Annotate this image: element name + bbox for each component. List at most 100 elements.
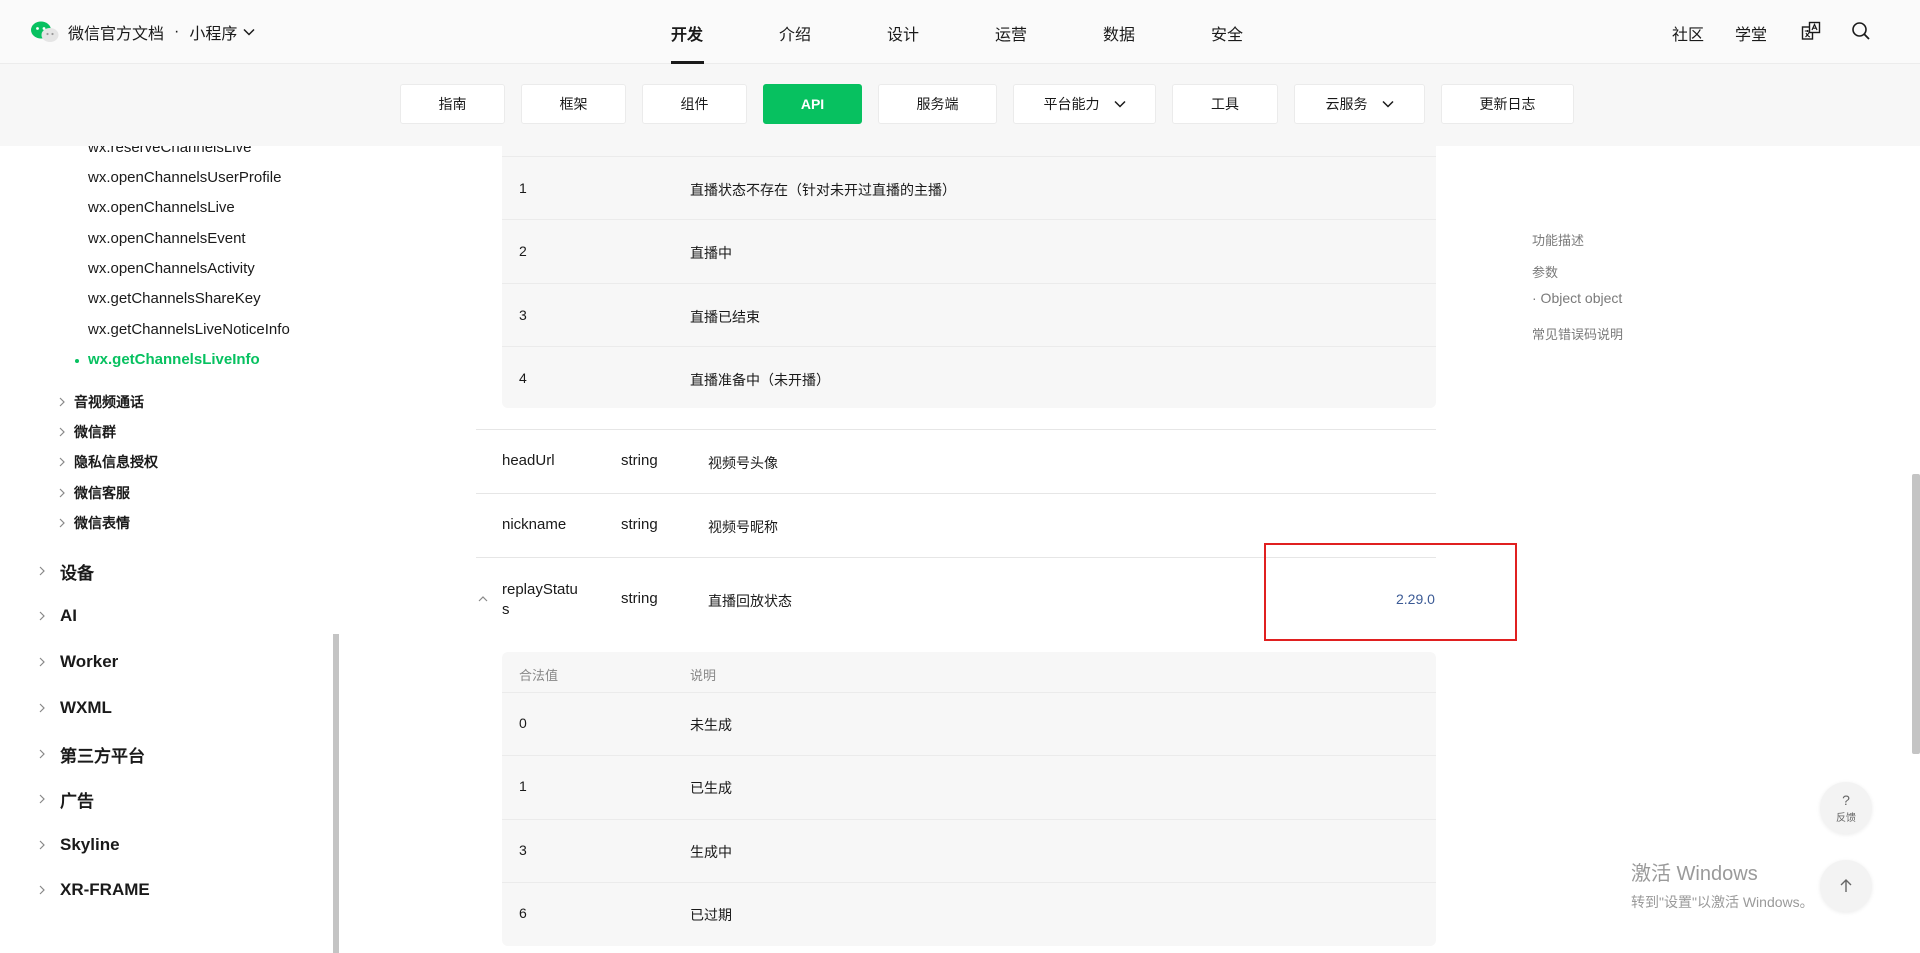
category-nav: 指南 框架 组件 API 服务端 平台能力 工具 云服务 更新日志 bbox=[0, 64, 1920, 146]
sidebar-item-get-channels-live-notice-info[interactable]: wx.getChannelsLiveNoticeInfo bbox=[88, 321, 290, 338]
desc-cell: 已生成 bbox=[690, 780, 732, 796]
sidebar-group-av-call[interactable]: 音视频通话 bbox=[58, 393, 144, 411]
chevron-right-icon bbox=[59, 488, 65, 498]
toc-item-params[interactable]: 参数 bbox=[1532, 262, 1558, 281]
chevron-right-icon bbox=[59, 427, 65, 437]
category-component[interactable]: 组件 bbox=[642, 84, 747, 124]
sidebar-group-label: 隐私信息授权 bbox=[74, 454, 158, 470]
chevron-right-icon bbox=[39, 840, 45, 850]
category-api[interactable]: API bbox=[763, 84, 862, 124]
category-label: 平台能力 bbox=[1043, 96, 1100, 112]
sidebar-section-third-party[interactable]: 第三方平台 bbox=[38, 743, 145, 766]
desc-cell: 直播已结束 bbox=[690, 309, 760, 325]
top-header: 微信官方文档 · 小程序 开发 介绍 设计 运营 数据 安全 社区 学堂 bbox=[0, 0, 1920, 64]
value-cell: 0 bbox=[519, 715, 527, 731]
chevron-right-icon bbox=[39, 611, 45, 621]
sidebar-item-reserve-channels-live[interactable]: wx.reserveChannelsLive bbox=[88, 146, 251, 156]
desc-cell: 直播中 bbox=[690, 245, 732, 261]
translate-icon[interactable] bbox=[1801, 21, 1821, 44]
sidebar-group-privacy[interactable]: 隐私信息授权 bbox=[58, 453, 158, 471]
question-icon: ? bbox=[1842, 791, 1850, 808]
desc-cell: 直播准备中（未开播） bbox=[690, 372, 830, 388]
category-server[interactable]: 服务端 bbox=[878, 84, 997, 124]
replay-status-values-table: 合法值 说明 0 未生成 1 已生成 3 生成中 6 已过期 bbox=[502, 652, 1436, 946]
value-cell: 2 bbox=[519, 243, 527, 259]
chevron-right-icon bbox=[39, 657, 45, 667]
sidebar-group-wechat-group[interactable]: 微信群 bbox=[58, 423, 116, 441]
live-status-values-table: 1 直播状态不存在（针对未开过直播的主播） 2 直播中 3 直播已结束 4 直播… bbox=[502, 146, 1436, 408]
search-icon[interactable] bbox=[1851, 21, 1871, 44]
chevron-right-icon bbox=[39, 566, 45, 576]
toc-item-description[interactable]: 功能描述 bbox=[1532, 230, 1584, 249]
sidebar-section-label: Worker bbox=[60, 652, 119, 671]
sidebar-scrollbar[interactable] bbox=[333, 634, 339, 953]
property-desc: 视频号昵称 bbox=[708, 519, 778, 535]
feedback-button[interactable]: ? 反馈 bbox=[1820, 782, 1872, 834]
toc-item-errors[interactable]: 常见错误码说明 bbox=[1532, 324, 1623, 343]
category-tools[interactable]: 工具 bbox=[1172, 84, 1278, 124]
table-row: 6 已过期 bbox=[502, 882, 1436, 946]
sidebar-group-customer-service[interactable]: 微信客服 bbox=[58, 484, 130, 502]
chevron-up-icon[interactable] bbox=[477, 595, 489, 603]
category-changelog[interactable]: 更新日志 bbox=[1441, 84, 1574, 124]
sidebar-section-label: 设备 bbox=[60, 563, 94, 583]
desc-cell: 生成中 bbox=[690, 844, 732, 860]
category-framework[interactable]: 框架 bbox=[521, 84, 626, 124]
sidebar-section-wxml[interactable]: WXML bbox=[38, 697, 112, 719]
sidebar-section-label: Skyline bbox=[60, 835, 120, 854]
category-label: 更新日志 bbox=[1479, 96, 1536, 112]
sidebar-section-worker[interactable]: Worker bbox=[38, 651, 118, 673]
table-row: 0 未生成 bbox=[502, 692, 1436, 755]
chevron-right-icon bbox=[39, 794, 45, 804]
toc-item-object[interactable]: · Object object bbox=[1532, 290, 1622, 306]
property-row-headurl: headUrl string 视频号头像 bbox=[476, 429, 1436, 493]
sidebar-section-ads[interactable]: 广告 bbox=[38, 788, 94, 811]
sidebar-item-open-channels-live[interactable]: wx.openChannelsLive bbox=[88, 199, 235, 216]
chevron-right-icon bbox=[39, 885, 45, 895]
nav-community[interactable]: 社区 bbox=[1672, 21, 1704, 45]
sidebar-section-device[interactable]: 设备 bbox=[38, 560, 94, 583]
category-guide[interactable]: 指南 bbox=[400, 84, 505, 124]
category-label: API bbox=[800, 96, 825, 112]
value-cell: 3 bbox=[519, 842, 527, 858]
feedback-label: 反馈 bbox=[1836, 812, 1856, 824]
sidebar-item-open-channels-activity[interactable]: wx.openChannelsActivity bbox=[88, 260, 255, 277]
sidebar-item-get-channels-share-key[interactable]: wx.getChannelsShareKey bbox=[88, 290, 261, 307]
category-platform[interactable]: 平台能力 bbox=[1013, 84, 1156, 124]
desc-cell: 未生成 bbox=[690, 717, 732, 733]
category-label: 云服务 bbox=[1325, 96, 1368, 112]
sidebar-group-label: 音视频通话 bbox=[74, 394, 144, 410]
category-cloud[interactable]: 云服务 bbox=[1294, 84, 1425, 124]
property-name: nickname bbox=[502, 516, 567, 533]
property-name: replayStatus bbox=[502, 581, 578, 618]
category-label: 组件 bbox=[680, 96, 709, 112]
table-row: 1 已生成 bbox=[502, 755, 1436, 819]
watermark-line2: 转到"设置"以激活 Windows。 bbox=[1631, 894, 1814, 910]
category-label: 工具 bbox=[1211, 96, 1239, 112]
sidebar-section-label: 广告 bbox=[60, 791, 94, 811]
sidebar-group-stickers[interactable]: 微信表情 bbox=[58, 514, 130, 532]
chevron-right-icon bbox=[39, 703, 45, 713]
sidebar-section-label: AI bbox=[60, 606, 77, 625]
sidebar-section-label: WXML bbox=[60, 698, 112, 717]
table-row: 1 直播状态不存在（针对未开过直播的主播） bbox=[502, 156, 1436, 219]
chevron-right-icon bbox=[59, 457, 65, 467]
sidebar-item-open-channels-user-profile[interactable]: wx.openChannelsUserProfile bbox=[88, 169, 281, 186]
sidebar-section-xr-frame[interactable]: XR-FRAME bbox=[38, 879, 150, 901]
sidebar-group-label: 微信群 bbox=[74, 424, 116, 440]
nav-academy[interactable]: 学堂 bbox=[1735, 21, 1767, 45]
sidebar-section-label: XR-FRAME bbox=[60, 880, 150, 899]
sidebar-item-get-channels-live-info[interactable]: wx.getChannelsLiveInfo bbox=[88, 351, 260, 368]
chevron-right-icon bbox=[59, 397, 65, 407]
sidebar-section-label: 第三方平台 bbox=[60, 746, 145, 766]
desc-cell: 直播状态不存在（针对未开过直播的主播） bbox=[690, 182, 956, 198]
sidebar-item-open-channels-event[interactable]: wx.openChannelsEvent bbox=[88, 230, 246, 247]
sidebar-section-skyline[interactable]: Skyline bbox=[38, 834, 120, 856]
page-scrollbar[interactable] bbox=[1912, 474, 1920, 754]
sidebar-section-ai[interactable]: AI bbox=[38, 605, 77, 627]
back-to-top-button[interactable] bbox=[1820, 860, 1872, 912]
desc-cell: 已过期 bbox=[690, 907, 732, 923]
header-value: 合法值 bbox=[519, 668, 559, 683]
property-desc: 直播回放状态 bbox=[708, 593, 792, 609]
property-type: string bbox=[621, 590, 658, 607]
